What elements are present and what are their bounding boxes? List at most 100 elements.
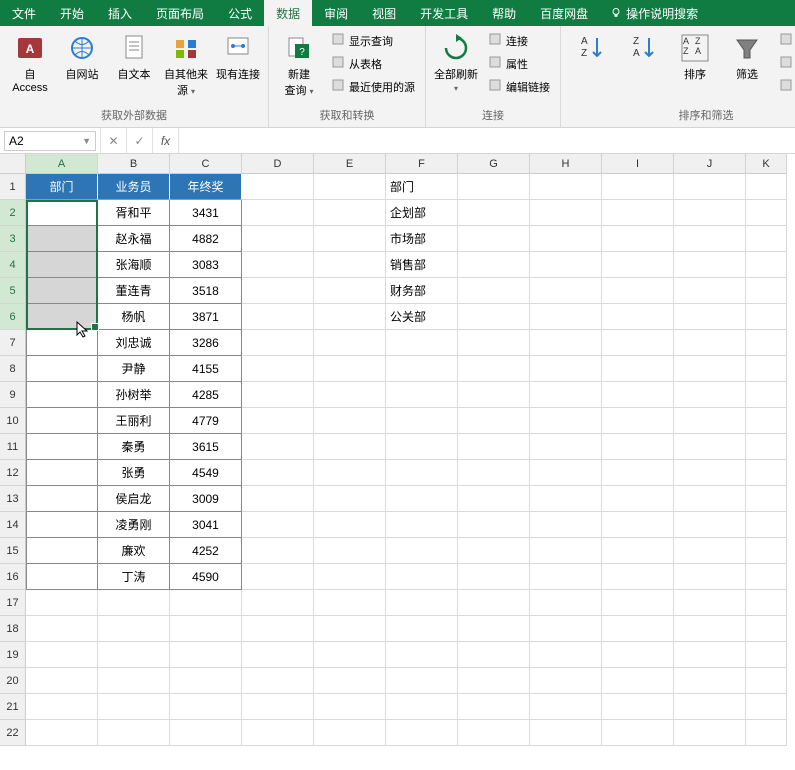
cell-G16[interactable] <box>458 564 530 590</box>
row-header-10[interactable]: 10 <box>0 408 26 434</box>
row-header-21[interactable]: 21 <box>0 694 26 720</box>
cell-G22[interactable] <box>458 720 530 746</box>
cell-H12[interactable] <box>530 460 602 486</box>
col-header-F[interactable]: F <box>386 154 458 174</box>
cell-J9[interactable] <box>674 382 746 408</box>
cell-D7[interactable] <box>242 330 314 356</box>
cell-F21[interactable] <box>386 694 458 720</box>
cell-F4[interactable]: 销售部 <box>386 252 458 278</box>
cancel-button[interactable]: ✕ <box>101 128 127 153</box>
menu-百度网盘[interactable]: 百度网盘 <box>528 0 600 26</box>
cell-G7[interactable] <box>458 330 530 356</box>
row-header-16[interactable]: 16 <box>0 564 26 590</box>
cell-F3[interactable]: 市场部 <box>386 226 458 252</box>
cell-B5[interactable]: 董连青 <box>98 278 170 304</box>
cell-A5[interactable] <box>26 278 98 304</box>
cell-K21[interactable] <box>746 694 787 720</box>
cell-E15[interactable] <box>314 538 386 564</box>
cell-J22[interactable] <box>674 720 746 746</box>
cell-K3[interactable] <box>746 226 787 252</box>
cell-C19[interactable] <box>170 642 242 668</box>
cell-G12[interactable] <box>458 460 530 486</box>
advanced[interactable]: 高级 <box>775 76 795 97</box>
cell-I19[interactable] <box>602 642 674 668</box>
cell-D8[interactable] <box>242 356 314 382</box>
cell-C22[interactable] <box>170 720 242 746</box>
cell-C3[interactable]: 4882 <box>170 226 242 252</box>
cell-G9[interactable] <box>458 382 530 408</box>
cell-H16[interactable] <box>530 564 602 590</box>
cell-B17[interactable] <box>98 590 170 616</box>
row-header-13[interactable]: 13 <box>0 486 26 512</box>
cell-A20[interactable] <box>26 668 98 694</box>
cell-G3[interactable] <box>458 226 530 252</box>
cell-B2[interactable]: 胥和平 <box>98 200 170 226</box>
cell-J12[interactable] <box>674 460 746 486</box>
cell-H6[interactable] <box>530 304 602 330</box>
menu-公式[interactable]: 公式 <box>216 0 264 26</box>
cell-B12[interactable]: 张勇 <box>98 460 170 486</box>
tell-me[interactable]: 操作说明搜索 <box>600 0 708 26</box>
cell-G2[interactable] <box>458 200 530 226</box>
cell-K17[interactable] <box>746 590 787 616</box>
cell-I14[interactable] <box>602 512 674 538</box>
row-header-11[interactable]: 11 <box>0 434 26 460</box>
cell-K2[interactable] <box>746 200 787 226</box>
cell-H20[interactable] <box>530 668 602 694</box>
cell-G13[interactable] <box>458 486 530 512</box>
row-header-5[interactable]: 5 <box>0 278 26 304</box>
cell-E16[interactable] <box>314 564 386 590</box>
cell-K8[interactable] <box>746 356 787 382</box>
cell-A1[interactable]: 部门 <box>26 174 98 200</box>
cell-D4[interactable] <box>242 252 314 278</box>
cell-F16[interactable] <box>386 564 458 590</box>
cell-J7[interactable] <box>674 330 746 356</box>
cells-area[interactable]: 部门业务员年终奖部门胥和平3431企划部赵永福4882市场部张海顺3083销售部… <box>26 174 787 746</box>
cell-E6[interactable] <box>314 304 386 330</box>
row-header-3[interactable]: 3 <box>0 226 26 252</box>
cell-H10[interactable] <box>530 408 602 434</box>
clear[interactable]: 清除 <box>775 30 795 51</box>
cell-A13[interactable] <box>26 486 98 512</box>
cell-C6[interactable]: 3871 <box>170 304 242 330</box>
cell-B3[interactable]: 赵永福 <box>98 226 170 252</box>
cell-I6[interactable] <box>602 304 674 330</box>
cell-A18[interactable] <box>26 616 98 642</box>
cell-K14[interactable] <box>746 512 787 538</box>
cell-B18[interactable] <box>98 616 170 642</box>
name-box[interactable]: A2 ▼ <box>4 131 96 151</box>
from-access[interactable]: A自 Access <box>6 30 54 96</box>
cell-D12[interactable] <box>242 460 314 486</box>
cell-D2[interactable] <box>242 200 314 226</box>
cell-C21[interactable] <box>170 694 242 720</box>
cell-C18[interactable] <box>170 616 242 642</box>
cell-J4[interactable] <box>674 252 746 278</box>
cell-B13[interactable]: 侯启龙 <box>98 486 170 512</box>
cell-J1[interactable] <box>674 174 746 200</box>
row-header-2[interactable]: 2 <box>0 200 26 226</box>
cell-J17[interactable] <box>674 590 746 616</box>
cell-H5[interactable] <box>530 278 602 304</box>
cell-K10[interactable] <box>746 408 787 434</box>
cell-G14[interactable] <box>458 512 530 538</box>
cell-J15[interactable] <box>674 538 746 564</box>
filter[interactable]: 筛选 <box>723 30 771 84</box>
cell-E4[interactable] <box>314 252 386 278</box>
cell-C5[interactable]: 3518 <box>170 278 242 304</box>
cell-K6[interactable] <box>746 304 787 330</box>
cell-C16[interactable]: 4590 <box>170 564 242 590</box>
cell-D21[interactable] <box>242 694 314 720</box>
cell-B6[interactable]: 杨帆 <box>98 304 170 330</box>
row-header-19[interactable]: 19 <box>0 642 26 668</box>
cell-J8[interactable] <box>674 356 746 382</box>
cell-A14[interactable] <box>26 512 98 538</box>
menu-帮助[interactable]: 帮助 <box>480 0 528 26</box>
cell-G18[interactable] <box>458 616 530 642</box>
menu-插入[interactable]: 插入 <box>96 0 144 26</box>
cell-G4[interactable] <box>458 252 530 278</box>
col-header-A[interactable]: A <box>26 154 98 174</box>
cell-J11[interactable] <box>674 434 746 460</box>
cell-J10[interactable] <box>674 408 746 434</box>
row-header-4[interactable]: 4 <box>0 252 26 278</box>
menu-视图[interactable]: 视图 <box>360 0 408 26</box>
